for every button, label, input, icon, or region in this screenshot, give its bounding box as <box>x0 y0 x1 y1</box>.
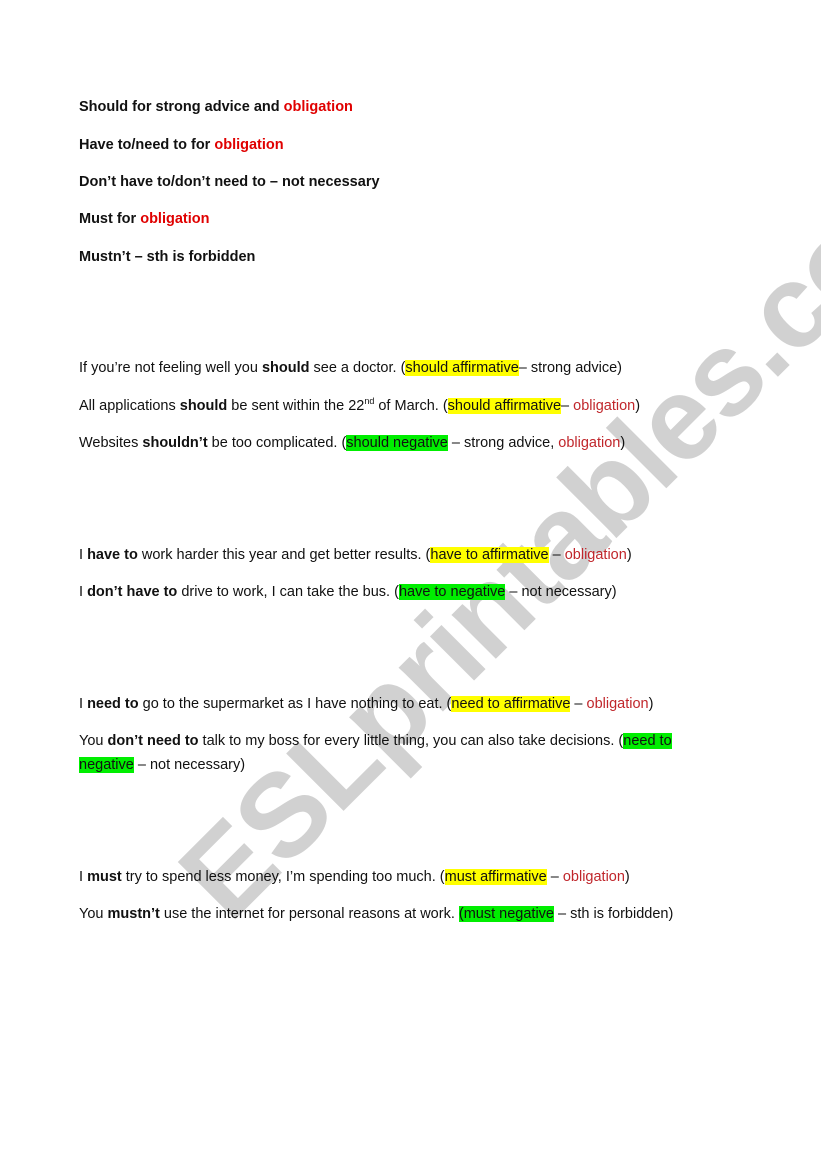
example-text: All applications <box>79 398 180 414</box>
rule-must: Must for obligation <box>79 209 209 229</box>
negative-label: negative <box>79 757 134 773</box>
rule-text: Must for <box>79 211 141 227</box>
example-text: If you’re not feeling well you <box>79 360 262 376</box>
modal-verb: don’t need to <box>107 733 199 749</box>
example-text: of March. ( <box>374 398 448 414</box>
meaning-text: – strong advice, <box>447 435 559 451</box>
rule-text: Have to/need to for <box>79 137 215 153</box>
example-text: You <box>79 906 108 922</box>
negative-label: have to negative <box>398 584 506 600</box>
example-text: try to spend less money, I’m spending to… <box>121 869 445 885</box>
example-text: use the internet for personal reasons at… <box>159 906 459 922</box>
modal-verb: have to <box>87 547 138 563</box>
obligation-word: obligation <box>562 869 625 885</box>
meaning-text: – not necessary) <box>505 584 617 600</box>
affirmative-label: should affirmative <box>447 398 562 414</box>
rule-text: Mustn’t – sth is forbidden <box>79 249 256 265</box>
close-paren: ) <box>626 547 632 563</box>
meaning-text: – strong advice) <box>518 360 622 376</box>
example-should-2: All applications should be sent within t… <box>79 396 640 416</box>
rule-text: Don’t have to/don’t need to – not necess… <box>79 174 380 190</box>
modal-verb: don’t have to <box>87 584 178 600</box>
example-text: You <box>79 733 108 749</box>
modal-verb: must <box>87 869 122 885</box>
rule-have-need: Have to/need to for obligation <box>79 135 284 155</box>
obligation-word: obligation <box>573 398 636 414</box>
close-paren: ) <box>635 398 641 414</box>
modal-verb: shouldn’t <box>142 435 208 451</box>
negative-label: need to <box>623 733 672 749</box>
meaning-text: – <box>546 869 563 885</box>
modal-verb: mustn’t <box>107 906 160 922</box>
example-must-2: You mustn’t use the internet for persona… <box>79 904 673 924</box>
example-text: talk to my boss for every little thing, … <box>198 733 624 749</box>
meaning-text: – <box>570 696 587 712</box>
affirmative-label: should affirmative <box>405 360 519 376</box>
rule-dont-have: Don’t have to/don’t need to – not necess… <box>79 172 380 192</box>
meaning-text: – not necessary) <box>133 757 246 773</box>
negative-label: (must negative <box>458 906 554 922</box>
example-need-1: I need to go to the supermarket as I hav… <box>79 694 653 714</box>
example-need-2: You don’t need to talk to my boss for ev… <box>79 731 672 751</box>
rule-red-word: obligation <box>283 99 353 115</box>
example-have-1: I have to work harder this year and get … <box>79 545 632 565</box>
example-must-1: I must try to spend less money, I’m spen… <box>79 867 630 887</box>
affirmative-label: must affirmative <box>444 869 547 885</box>
rule-text: Should for strong advice and <box>79 99 284 115</box>
rule-should: Should for strong advice and obligation <box>79 97 353 117</box>
rule-red-word: obligation <box>140 211 210 227</box>
example-need-2-continued: negative – not necessary) <box>79 755 245 775</box>
example-text: see a doctor. ( <box>309 360 406 376</box>
obligation-word: obligation <box>558 435 621 451</box>
modal-verb: should <box>179 398 228 414</box>
close-paren: ) <box>624 869 630 885</box>
example-text: drive to work, I can take the bus. ( <box>177 584 399 600</box>
example-should-3: Websites shouldn’t be too complicated. (… <box>79 433 625 453</box>
example-text: Websites <box>79 435 143 451</box>
meaning-text: – <box>561 398 574 414</box>
affirmative-label: have to affirmative <box>430 547 549 563</box>
obligation-word: obligation <box>586 696 649 712</box>
example-should-1: If you’re not feeling well you should se… <box>79 358 622 378</box>
negative-label: should negative <box>346 435 448 451</box>
rule-red-word: obligation <box>214 137 284 153</box>
example-text: I <box>79 696 88 712</box>
example-text: be sent within the 22 <box>227 398 365 414</box>
obligation-word: obligation <box>564 547 627 563</box>
meaning-text: – <box>548 547 565 563</box>
example-text: I <box>79 547 88 563</box>
affirmative-label: need to affirmative <box>451 696 571 712</box>
modal-verb: should <box>261 360 310 376</box>
example-text: I <box>79 869 88 885</box>
example-text: work harder this year and get better res… <box>137 547 431 563</box>
example-text: I <box>79 584 88 600</box>
rule-mustnt: Mustn’t – sth is forbidden <box>79 247 255 267</box>
example-have-2: I don’t have to drive to work, I can tak… <box>79 582 617 602</box>
example-text: go to the supermarket as I have nothing … <box>138 696 452 712</box>
ordinal-suffix: nd <box>364 396 375 406</box>
modal-verb: need to <box>87 696 139 712</box>
meaning-text: – sth is forbidden) <box>554 906 674 922</box>
close-paren: ) <box>648 696 654 712</box>
worksheet-page: ESLprintables.com Should for strong advi… <box>0 0 821 1169</box>
close-paren: ) <box>620 435 626 451</box>
example-text: be too complicated. ( <box>207 435 347 451</box>
